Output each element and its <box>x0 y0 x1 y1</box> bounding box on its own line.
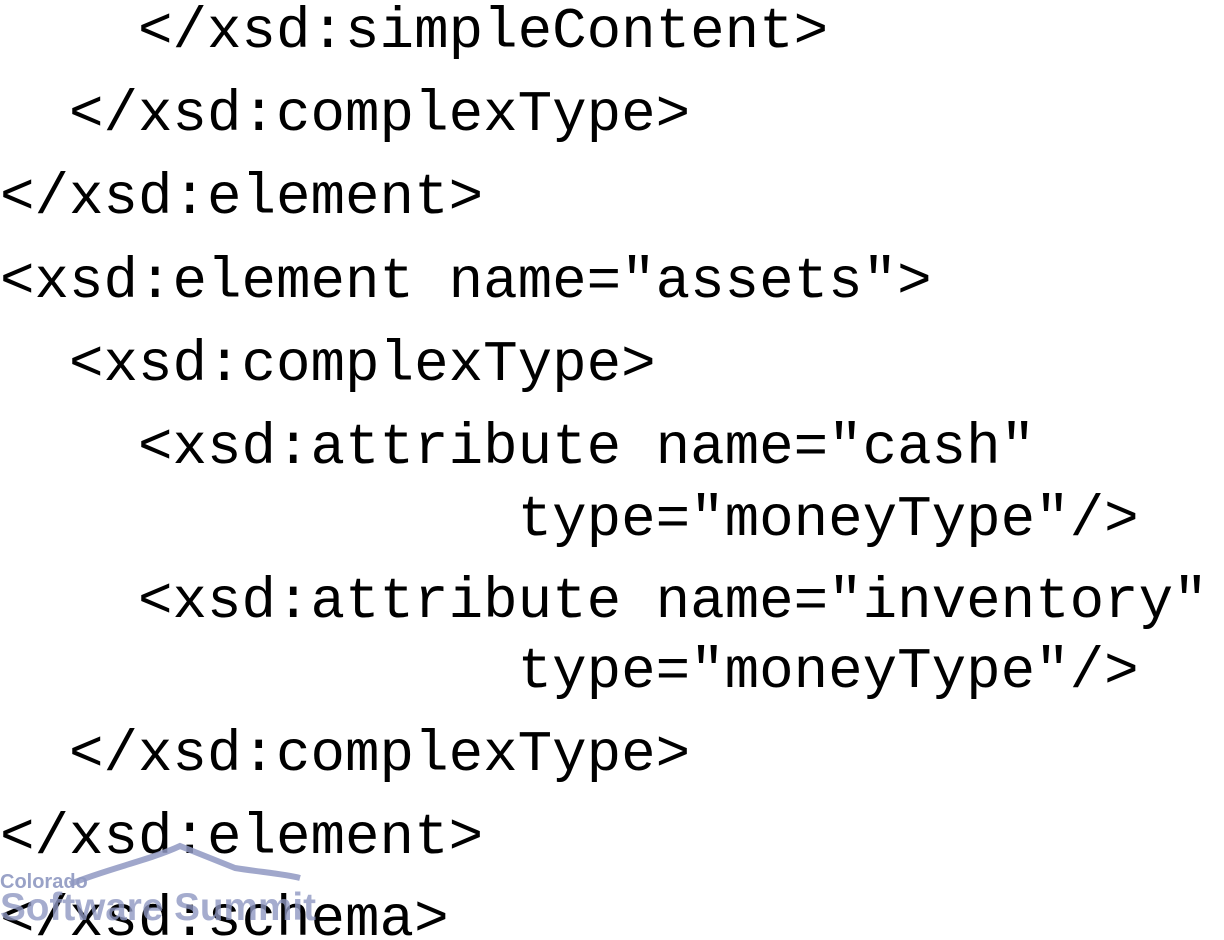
code-line-10: </xsd:complexType> <box>0 723 691 788</box>
code-line-6: <xsd:attribute name="cash" <box>0 416 1036 481</box>
code-line-7: type="moneyType"/> <box>0 488 1139 553</box>
code-line-5: <xsd:complexType> <box>0 333 656 398</box>
code-line-4: <xsd:element name="assets"> <box>0 250 932 315</box>
code-line-1: </xsd:simpleContent> <box>0 0 829 65</box>
code-line-2: </xsd:complexType> <box>0 83 691 148</box>
code-line-3: </xsd:element> <box>0 166 484 231</box>
code-line-11: </xsd:element> <box>0 806 484 871</box>
code-line-12: </xsd:schema> <box>0 888 449 940</box>
code-line-9: type="moneyType"/> <box>0 640 1139 705</box>
code-line-8: <xsd:attribute name="inventory" <box>0 570 1208 635</box>
code-slide: </xsd:simpleContent> </xsd:complexType> … <box>0 0 1224 940</box>
